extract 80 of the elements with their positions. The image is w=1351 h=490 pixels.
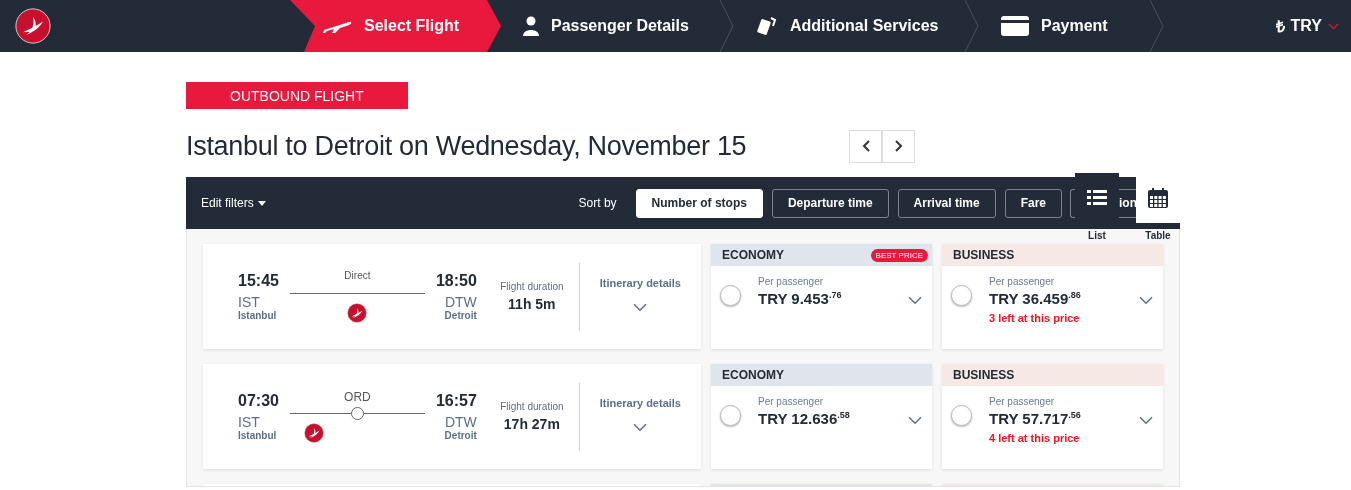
seats-left-note: 4 left at this price (989, 432, 1081, 444)
per-passenger-label: Per passenger (758, 276, 825, 287)
credit-card-icon (1001, 16, 1029, 36)
route-label: Direct (344, 270, 371, 283)
sort-option-button[interactable]: Number of stops (635, 188, 763, 218)
booking-step[interactable]: Select Flight (290, 0, 501, 52)
fare-card[interactable]: ECONOMY BEST PRICE Per passenger TRY 9.453$^{.76}$ (711, 244, 932, 349)
arrival-airport-code: DTW (444, 294, 477, 310)
airline-logo (303, 423, 324, 443)
fare-price: TRY 57.717$^{.56}$ (989, 410, 1082, 427)
currency-selector[interactable]: ₺ TRY (1275, 0, 1351, 52)
chevron-right-icon (894, 140, 903, 152)
view-toggle-label: List (1088, 230, 1106, 241)
departure-city: Istanbul (238, 430, 277, 441)
itinerary-details-button[interactable]: Itinerary details (578, 382, 701, 451)
fare-radio[interactable] (951, 405, 972, 426)
previous-day-button[interactable] (849, 129, 883, 163)
outbound-flight-label: OUTBOUND FLIGHT (186, 82, 408, 109)
fare-card[interactable]: BUSINESS Per passenger TRY 36.459$^{.86}$ 3 left at this price (942, 244, 1163, 349)
flight-duration: 11h 5m (508, 296, 556, 312)
chevron-down-icon (908, 415, 922, 424)
per-passenger-label: Per passenger (989, 276, 1056, 287)
arrival-city: Detroit (444, 310, 477, 321)
caret-icon (1328, 22, 1339, 30)
chevron-down-icon (908, 295, 922, 304)
sort-option-button[interactable]: Arrival time (897, 188, 996, 218)
page-title: Istanbul to Detroit on Wednesday, November 15 (186, 130, 747, 162)
chevron-left-icon (861, 140, 870, 152)
cabin-class: ECONOMY (722, 368, 784, 382)
fare-price: TRY 36.459$^{.86}$ (989, 290, 1082, 307)
arrival-airport-code: DTW (444, 414, 477, 430)
cards-icon (756, 15, 778, 37)
chevron-down-icon (1139, 415, 1153, 424)
calendar-icon (1148, 188, 1168, 208)
sort-option-button[interactable]: Departure time (771, 188, 889, 218)
cabin-class: ECONOMY (722, 248, 784, 262)
step-separator (720, 0, 734, 52)
person-icon (523, 16, 539, 36)
departure-airport-code: IST (238, 294, 260, 310)
fare-card[interactable]: ECONOMY Per passenger TRY 12.636$^{.58}$ (711, 364, 932, 469)
cabin-class: BUSINESS (953, 368, 1015, 382)
per-passenger-label: Per passenger (758, 396, 825, 407)
departure-city: Istanbul (238, 310, 277, 321)
departure-airport-code: IST (238, 414, 260, 430)
sort-option-button[interactable]: Fare (1004, 188, 1062, 218)
duration-label: Flight duration (500, 281, 564, 292)
fare-radio[interactable] (720, 285, 741, 306)
next-day-button[interactable] (882, 129, 916, 163)
list-icon (1087, 190, 1107, 206)
view-toggle-label: Table (1145, 230, 1171, 241)
caret-icon (257, 200, 266, 206)
sort-by-label: Sort by (578, 196, 617, 210)
per-passenger-label: Per passenger (989, 396, 1056, 407)
best-price-tag: BEST PRICE (870, 248, 928, 262)
duration-label: Flight duration (500, 401, 564, 412)
departure-time: 15:45 (238, 272, 279, 290)
fare-price: TRY 12.636$^{.58}$ (758, 410, 851, 427)
flight-duration: 17h 27m (503, 416, 560, 432)
fare-price: TRY 9.453$^{.76}$ (758, 290, 843, 307)
fare-radio[interactable] (951, 285, 972, 306)
route-label: ORD (344, 390, 371, 404)
chevron-down-icon (1139, 295, 1153, 304)
arrival-time: 16:57 (435, 392, 477, 410)
chevron-down-icon (633, 422, 648, 431)
fare-card[interactable]: BUSINESS Per passenger TRY 57.717$^{.56}$ 4 left at this price (942, 364, 1163, 469)
itinerary-details-button[interactable]: Itinerary details (578, 262, 701, 331)
seats-left-note: 3 left at this price (989, 312, 1081, 324)
booking-step[interactable]: Payment (965, 0, 1164, 52)
edit-filters-link[interactable]: Edit filters (201, 196, 266, 210)
booking-step[interactable]: Additional Services (720, 0, 979, 52)
arrival-city: Detroit (444, 430, 477, 441)
fare-radio[interactable] (720, 405, 741, 426)
chevron-down-icon (633, 302, 648, 311)
departure-time: 07:30 (238, 392, 279, 410)
step-separator (1150, 0, 1164, 52)
arrival-time: 18:50 (435, 272, 477, 290)
cabin-class: BUSINESS (953, 248, 1015, 262)
airline-logo (347, 303, 368, 323)
airline-logo (15, 8, 51, 44)
step-separator (965, 0, 979, 52)
